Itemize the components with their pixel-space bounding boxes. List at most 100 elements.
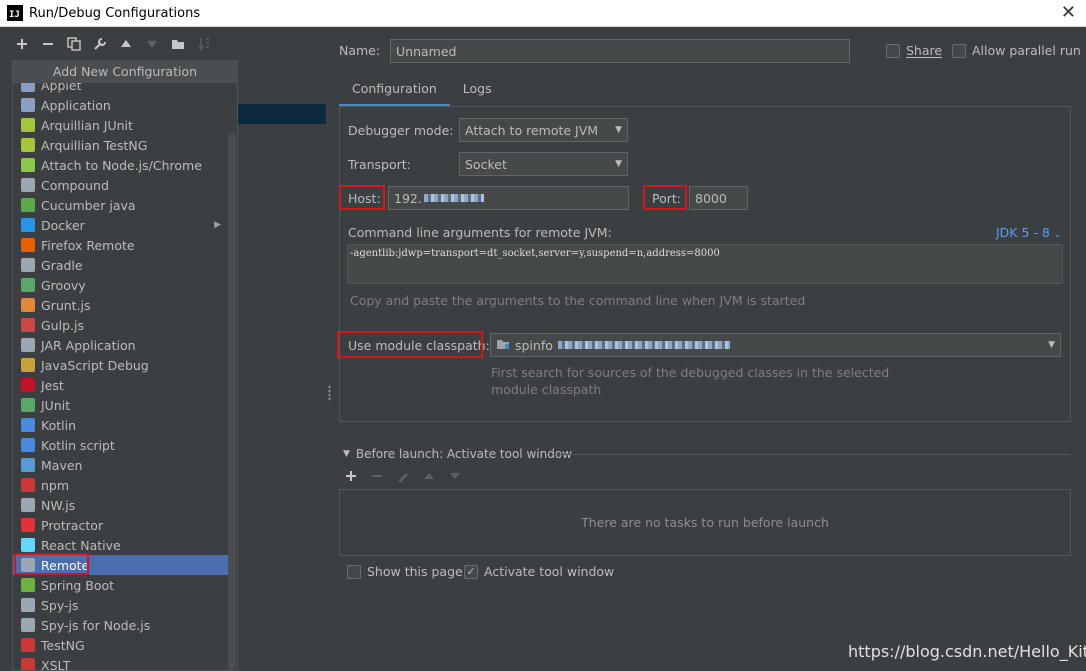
- spyjs-icon: [21, 598, 35, 612]
- arrow-down-icon[interactable]: [144, 36, 160, 52]
- parallel-run-checkbox-row[interactable]: Allow parallel run: [952, 43, 1081, 58]
- popup-item-testng[interactable]: TestNG: [13, 635, 229, 655]
- popup-item-nw-js[interactable]: NW.js: [13, 495, 229, 515]
- popup-item-jest[interactable]: Jest: [13, 375, 229, 395]
- popup-item-grunt-js[interactable]: Grunt.js: [13, 295, 229, 315]
- popup-item-jar-application[interactable]: JAR Application: [13, 335, 229, 355]
- popup-item-cucumber-java[interactable]: Cucumber java: [13, 195, 229, 215]
- popup-item-gradle[interactable]: Gradle: [13, 255, 229, 275]
- popup-item-label: Jest: [41, 377, 64, 393]
- xslt-icon: [21, 658, 35, 670]
- popup-header: Add New Configuration: [13, 61, 237, 83]
- popup-item-gulp-js[interactable]: Gulp.js: [13, 315, 229, 335]
- cmd-args-textarea[interactable]: -agentlib:jdwp=transport=dt_socket,serve…: [347, 244, 1063, 284]
- move-task-up-icon[interactable]: [423, 470, 435, 486]
- add-task-icon[interactable]: [345, 470, 357, 486]
- activate-tool-window-checkbox-row[interactable]: ✓ Activate tool window: [464, 564, 614, 579]
- popup-item-label: Maven: [41, 457, 83, 473]
- host-input[interactable]: 192.: [388, 186, 629, 210]
- port-label: Port:: [652, 191, 681, 206]
- popup-item-label: Docker: [41, 217, 85, 233]
- popup-item-attach-to-node-js-chrome[interactable]: Attach to Node.js/Chrome: [13, 155, 229, 175]
- plus-icon[interactable]: [14, 36, 30, 52]
- title-bar: IJ Run/Debug Configurations ✕: [0, 0, 1086, 27]
- show-page-label: Show this page: [367, 564, 463, 579]
- popup-item-docker[interactable]: Docker ▶: [13, 215, 229, 235]
- before-launch-header[interactable]: ▼ Before launch: Activate tool window: [343, 447, 572, 461]
- popup-item-compound[interactable]: Compound: [13, 175, 229, 195]
- activate-tool-window-checkbox[interactable]: ✓: [464, 564, 478, 579]
- show-page-checkbox[interactable]: [347, 564, 361, 579]
- folder-icon[interactable]: [170, 36, 186, 52]
- share-checkbox[interactable]: [886, 43, 900, 58]
- chevron-down-icon: ⌄: [1053, 230, 1062, 240]
- popup-item-spy-js[interactable]: Spy-js: [13, 595, 229, 615]
- grunt-icon: [21, 298, 35, 312]
- remove-task-icon[interactable]: [371, 470, 383, 486]
- popup-item-label: Protractor: [41, 517, 104, 533]
- arrow-up-icon[interactable]: [118, 36, 134, 52]
- popup-item-remote[interactable]: Remote: [13, 555, 229, 575]
- share-label: Share: [906, 43, 943, 58]
- share-checkbox-row[interactable]: Share: [886, 43, 942, 58]
- module-classpath-select[interactable]: spinfo ▼: [490, 333, 1061, 357]
- before-launch-title: Before launch: Activate tool window: [355, 447, 572, 461]
- popup-item-javascript-debug[interactable]: JavaScript Debug: [13, 355, 229, 375]
- show-page-checkbox-row[interactable]: Show this page: [347, 564, 463, 579]
- name-input[interactable]: Unnamed: [390, 39, 850, 63]
- popup-item-spy-js-for-node-js[interactable]: Spy-js for Node.js: [13, 615, 229, 635]
- popup-item-kotlin-script[interactable]: Kotlin script: [13, 435, 229, 455]
- parallel-run-checkbox[interactable]: [952, 43, 966, 58]
- edit-task-icon[interactable]: [397, 470, 409, 486]
- popup-item-protractor[interactable]: Protractor: [13, 515, 229, 535]
- popup-item-label: Spy-js for Node.js: [41, 617, 151, 633]
- popup-item-arquillian-testng[interactable]: Arquillian TestNG: [13, 135, 229, 155]
- splitter-handle[interactable]: [328, 385, 331, 401]
- popup-item-groovy[interactable]: Groovy: [13, 275, 229, 295]
- popup-item-junit[interactable]: JUnit: [13, 395, 229, 415]
- popup-item-maven[interactable]: Maven: [13, 455, 229, 475]
- classpath-label: Use module classpath:: [348, 338, 490, 353]
- jdk-version-link[interactable]: JDK 5 - 8 ⌄: [996, 225, 1061, 240]
- parallel-run-label: Allow parallel run: [972, 43, 1081, 58]
- add-configuration-popup: Add New Configuration Applet Application A…: [12, 60, 238, 671]
- tab-logs[interactable]: Logs: [450, 77, 505, 107]
- port-input[interactable]: 8000: [689, 186, 748, 210]
- popup-item-label: JUnit: [41, 397, 71, 413]
- move-task-down-icon[interactable]: [449, 470, 461, 486]
- sort-icon[interactable]: [196, 36, 212, 52]
- popup-item-label: Arquillian JUnit: [41, 117, 133, 133]
- popup-item-npm[interactable]: npm: [13, 475, 229, 495]
- popup-item-application[interactable]: Application: [13, 95, 229, 115]
- debugger-mode-value: Attach to remote JVM: [465, 122, 599, 138]
- jdk-version-text: JDK 5 - 8: [996, 225, 1050, 240]
- popup-item-firefox-remote[interactable]: Firefox Remote: [13, 235, 229, 255]
- transport-select[interactable]: Socket ▼: [459, 152, 628, 176]
- before-launch-tasks-list[interactable]: There are no tasks to run before launch: [339, 489, 1071, 556]
- popup-scrollbar[interactable]: [228, 133, 236, 670]
- popup-item-label: npm: [41, 477, 70, 493]
- npm-icon: [21, 478, 35, 492]
- submenu-arrow-icon: ▶: [214, 220, 221, 230]
- close-icon[interactable]: ✕: [1061, 2, 1076, 23]
- popup-item-spring-boot[interactable]: Spring Boot: [13, 575, 229, 595]
- copy-icon[interactable]: [66, 36, 82, 52]
- popup-item-xslt[interactable]: XSLT: [13, 655, 229, 671]
- popup-item-label: XSLT: [41, 657, 71, 671]
- before-launch-divider: [556, 454, 1071, 455]
- wrench-icon[interactable]: [92, 36, 108, 52]
- popup-item-arquillian-junit[interactable]: Arquillian JUnit: [13, 115, 229, 135]
- minus-icon[interactable]: [40, 36, 56, 52]
- popup-item-kotlin[interactable]: Kotlin: [13, 415, 229, 435]
- kotlin-icon: [21, 418, 35, 432]
- spyjs-icon: [21, 618, 35, 632]
- popup-item-react-native[interactable]: React Native: [13, 535, 229, 555]
- no-tasks-message: There are no tasks to run before launch: [581, 515, 829, 530]
- tab-configuration[interactable]: Configuration: [339, 77, 450, 107]
- debugger-mode-select[interactable]: Attach to remote JVM ▼: [459, 118, 628, 142]
- classpath-hint-line-1: First search for sources of the debugged…: [491, 365, 890, 380]
- junit-icon: [21, 398, 35, 412]
- popup-item-label: Spy-js: [41, 597, 79, 613]
- application-icon: [21, 98, 35, 112]
- tree-selected-row[interactable]: [238, 104, 326, 124]
